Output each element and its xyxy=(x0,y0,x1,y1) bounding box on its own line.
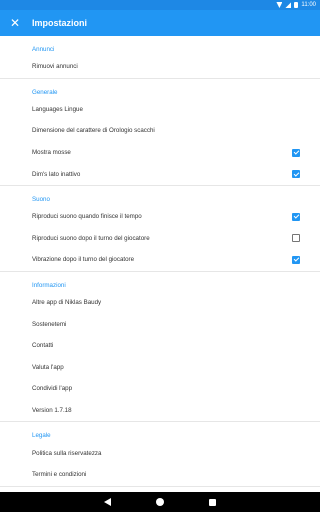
settings-item[interactable]: Altre app di Niklas Baudy xyxy=(0,292,320,314)
checkbox-checked[interactable] xyxy=(292,255,300,264)
close-icon: ✕ xyxy=(9,16,21,30)
settings-item[interactable]: Dim's lato inattivo xyxy=(0,163,320,185)
section-header: Generale xyxy=(32,88,58,96)
settings-item-label: Sostenetemi xyxy=(32,320,67,328)
section-header: Suono xyxy=(32,195,50,203)
page-title: Impostazioni xyxy=(32,18,88,28)
check-icon xyxy=(293,149,299,155)
close-button[interactable]: ✕ xyxy=(2,10,28,36)
settings-item-label: Politica sulla riservatezza xyxy=(32,449,102,457)
settings-item[interactable]: Riproduci suono dopo il turno del giocat… xyxy=(0,228,320,250)
settings-item-label: Dimensione del carattere di Orologio sca… xyxy=(32,127,155,135)
check-icon xyxy=(293,170,299,177)
settings-item[interactable]: Languages Lingue xyxy=(0,99,320,121)
settings-item-label: Contatti xyxy=(32,342,54,350)
app-bar: ✕ Impostazioni xyxy=(0,10,320,36)
settings-item-label: Version 1.7.18 xyxy=(32,407,72,415)
home-icon[interactable] xyxy=(156,498,164,506)
settings-item-label: Rimuovi annunci xyxy=(32,63,78,71)
settings-item-label: Termini e condizioni xyxy=(32,471,87,479)
status-time: 11:00 xyxy=(301,2,316,8)
section-header: Annunci xyxy=(32,46,55,53)
settings-item-label: Condividi l'app xyxy=(32,385,73,393)
settings-item[interactable]: Rimuovi annunci xyxy=(0,56,320,78)
check-icon xyxy=(293,213,299,219)
settings-item[interactable]: Contatti xyxy=(0,335,320,357)
navigation-bar xyxy=(0,492,320,512)
settings-section: Generale Languages Lingue Dimensione del c… xyxy=(0,79,320,186)
settings-section: Suono Riproduci suono quando finisce il t… xyxy=(0,186,320,272)
settings-item[interactable]: Valuta l'app xyxy=(0,357,320,379)
checkbox-checked[interactable] xyxy=(292,170,300,179)
section-header: Informazioni xyxy=(32,281,66,289)
check-icon xyxy=(293,256,299,263)
settings-item[interactable]: Termini e condizioni xyxy=(0,464,320,486)
settings-item-label: Altre app di Niklas Baudy xyxy=(32,299,102,307)
settings-item[interactable]: Mostra mosse xyxy=(0,142,320,164)
settings-item-label: Languages Lingue xyxy=(32,105,83,113)
back-icon[interactable] xyxy=(104,498,111,506)
settings-item[interactable]: Version 1.7.18 xyxy=(0,400,320,422)
settings-item-label: Valuta l'app xyxy=(32,363,64,371)
settings-item[interactable]: Condividi l'app xyxy=(0,378,320,400)
settings-item-label: Riproduci suono dopo il turno del giocat… xyxy=(32,234,150,242)
settings-item[interactable]: Sostenetemi xyxy=(0,313,320,335)
settings-item-label: Vibrazione dopo il turno del giocatore xyxy=(32,256,135,264)
signal-icon xyxy=(285,2,292,8)
recent-apps-icon[interactable] xyxy=(209,498,216,506)
settings-list[interactable]: Annunci Rimuovi annunci Generale Languages … xyxy=(0,36,320,492)
settings-section: Legale Politica sulla riservatezza Termini… xyxy=(0,422,320,487)
section-header: Legale xyxy=(32,432,51,440)
settings-item-label: Mostra mosse xyxy=(32,149,71,157)
settings-section: Annunci Rimuovi annunci xyxy=(0,36,320,79)
checkbox-checked[interactable] xyxy=(292,148,300,157)
settings-section: Informazioni Altre app di Niklas Baudy Sos… xyxy=(0,272,320,423)
checkbox-checked[interactable] xyxy=(292,212,300,221)
battery-icon xyxy=(294,2,299,8)
checkbox-unchecked[interactable] xyxy=(292,234,300,243)
settings-item-label: Dim's lato inattivo xyxy=(32,170,81,178)
settings-item[interactable]: Riproduci suono quando finisce il tempo xyxy=(0,206,320,228)
settings-item[interactable]: Dimensione del carattere di Orologio sca… xyxy=(0,120,320,142)
settings-item-label: Riproduci suono quando finisce il tempo xyxy=(32,213,142,221)
wifi-icon xyxy=(276,2,283,8)
status-bar: 11:00 xyxy=(0,0,320,10)
settings-item[interactable]: Politica sulla riservatezza xyxy=(0,442,320,464)
settings-item[interactable]: Vibrazione dopo il turno del giocatore xyxy=(0,249,320,271)
